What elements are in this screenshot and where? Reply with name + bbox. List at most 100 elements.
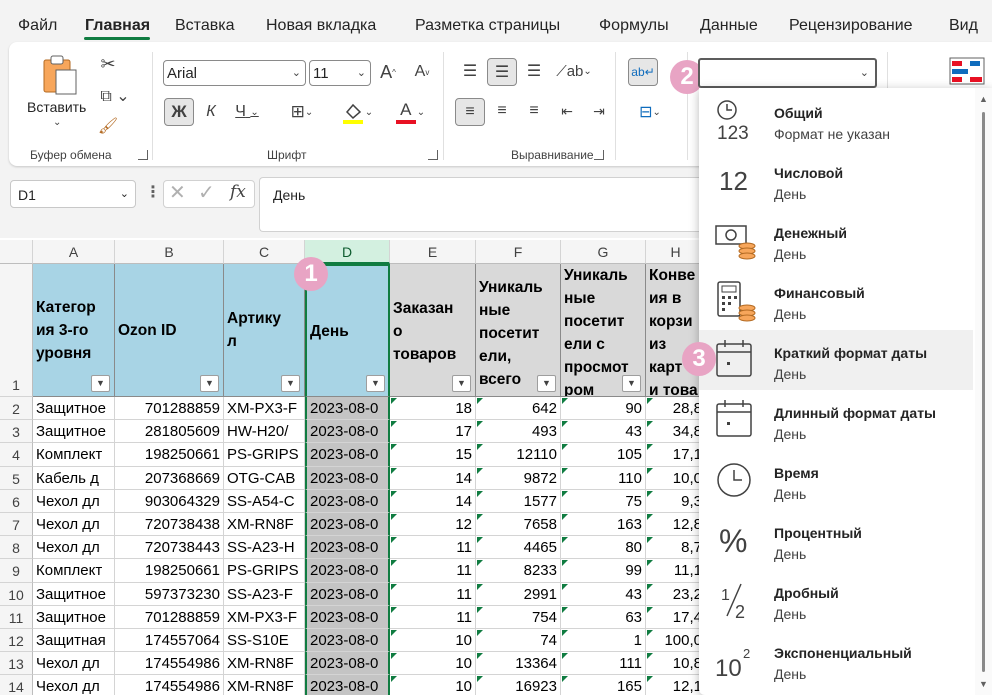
font-grow-button[interactable]: A ^ xyxy=(376,60,400,84)
table-cell[interactable]: SS-A54-C xyxy=(224,489,305,513)
tab-page-layout[interactable]: Разметка страницы xyxy=(415,17,560,35)
table-cell[interactable]: 720738443 xyxy=(115,536,224,560)
table-cell[interactable]: 2023-08-0 xyxy=(305,466,390,490)
table-cell[interactable]: 2023-08-0 xyxy=(305,675,390,695)
table-cell[interactable]: 10 xyxy=(390,629,476,653)
table-cell[interactable]: 2023-08-0 xyxy=(305,559,390,583)
table-cell[interactable]: XM-RN8F xyxy=(224,652,305,676)
table-cell[interactable]: Кабель д xyxy=(33,466,115,490)
table-cell[interactable]: 12 xyxy=(390,513,476,537)
scroll-down-icon[interactable]: ▼ xyxy=(979,679,988,689)
table-cell[interactable]: PS-GRIPS xyxy=(224,559,305,583)
decrease-indent-icon[interactable]: ⇤ xyxy=(554,98,580,124)
table-cell[interactable]: Чехол дл xyxy=(33,513,115,537)
table-cell[interactable]: 80 xyxy=(561,536,646,560)
table-cell[interactable]: 16923 xyxy=(476,675,561,695)
menu-scrollbar[interactable]: ▲ ▼ xyxy=(975,88,992,695)
column-header-b[interactable]: B xyxy=(115,240,224,264)
table-cell[interactable]: 9872 xyxy=(476,466,561,490)
column-header-f[interactable]: F xyxy=(476,240,561,264)
filter-dropdown-icon[interactable]: ▼ xyxy=(200,375,219,392)
table-cell[interactable]: 642 xyxy=(476,397,561,421)
paste-icon[interactable] xyxy=(40,54,78,96)
table-cell[interactable]: 11,1 xyxy=(646,559,706,583)
table-cell[interactable]: 4465 xyxy=(476,536,561,560)
orientation-icon[interactable]: ⟋ab ⌄ xyxy=(554,58,594,84)
table-cell[interactable]: 111 xyxy=(561,652,646,676)
filter-dropdown-icon[interactable]: ▼ xyxy=(622,375,641,392)
table-cell[interactable]: 1577 xyxy=(476,489,561,513)
format-menu-item[interactable]: 12 Числовой День xyxy=(699,150,973,210)
paste-label[interactable]: Вставить xyxy=(27,99,86,115)
table-cell[interactable]: Комплект xyxy=(33,443,115,467)
format-menu-item[interactable]: Длинный формат даты День xyxy=(699,390,973,450)
table-cell[interactable]: 2023-08-0 xyxy=(305,513,390,537)
table-cell[interactable]: 14 xyxy=(390,466,476,490)
row-header[interactable]: 5 xyxy=(0,466,33,490)
tab-new[interactable]: Новая вкладка xyxy=(266,17,376,35)
table-cell[interactable]: 17,1 xyxy=(646,443,706,467)
bold-button[interactable]: Ж xyxy=(164,98,194,126)
table-cell[interactable]: 11 xyxy=(390,582,476,606)
table-cell[interactable]: 2023-08-0 xyxy=(305,652,390,676)
table-cell[interactable]: 174557064 xyxy=(115,629,224,653)
table-cell[interactable]: Защитное xyxy=(33,582,115,606)
row-header[interactable]: 8 xyxy=(0,536,33,560)
copy-icon[interactable]: ⧉ ⌄ xyxy=(96,84,134,108)
table-cell[interactable]: SS-A23-H xyxy=(224,536,305,560)
table-cell[interactable]: 8,7 xyxy=(646,536,706,560)
table-cell[interactable]: 43 xyxy=(561,582,646,606)
tab-home[interactable]: Главная xyxy=(85,17,150,35)
table-cell[interactable]: Защитная xyxy=(33,629,115,653)
row-header[interactable]: 10 xyxy=(0,582,33,606)
clipboard-launcher-icon[interactable] xyxy=(138,150,148,160)
table-cell[interactable]: 15 xyxy=(390,443,476,467)
table-cell[interactable]: 9,3 xyxy=(646,489,706,513)
table-cell[interactable]: 198250661 xyxy=(115,443,224,467)
row-header[interactable]: 1 xyxy=(0,264,33,397)
table-cell[interactable]: Комплект xyxy=(33,559,115,583)
filter-dropdown-icon[interactable]: ▼ xyxy=(91,375,110,392)
table-cell[interactable]: 90 xyxy=(561,397,646,421)
format-menu-item[interactable]: 123 Общий Формат не указан xyxy=(699,90,973,150)
font-launcher-icon[interactable] xyxy=(428,150,438,160)
font-name-combo[interactable]: Arial ⌄ xyxy=(163,60,306,86)
format-menu-item[interactable]: Краткий формат даты День xyxy=(699,330,973,390)
wrap-text-icon[interactable]: ab↵ xyxy=(628,58,658,86)
table-cell[interactable]: XM-RN8F xyxy=(224,513,305,537)
alignment-launcher-icon[interactable] xyxy=(594,150,604,160)
table-cell[interactable]: 75 xyxy=(561,489,646,513)
row-header[interactable]: 7 xyxy=(0,513,33,537)
scrollbar-thumb[interactable] xyxy=(982,112,985,672)
table-cell[interactable]: 17 xyxy=(390,420,476,444)
table-cell[interactable]: SS-S10E xyxy=(224,629,305,653)
format-menu-item[interactable]: Время День xyxy=(699,450,973,510)
format-menu-item[interactable]: 1 2 Дробный День xyxy=(699,570,973,630)
align-center-icon[interactable]: ≡ xyxy=(489,98,515,124)
row-header[interactable]: 4 xyxy=(0,443,33,467)
row-header[interactable]: 14 xyxy=(0,675,33,695)
merge-center-icon[interactable]: ⊟ ⌄ xyxy=(628,98,672,126)
table-cell[interactable]: 2023-08-0 xyxy=(305,489,390,513)
table-cell[interactable]: OTG-CAB xyxy=(224,466,305,490)
table-cell[interactable]: 493 xyxy=(476,420,561,444)
table-cell[interactable]: XM-RN8F xyxy=(224,675,305,695)
table-cell[interactable]: 2991 xyxy=(476,582,561,606)
table-cell[interactable]: XM-PX3-F xyxy=(224,397,305,421)
table-cell[interactable]: 7658 xyxy=(476,513,561,537)
table-cell[interactable]: 23,2 xyxy=(646,582,706,606)
table-cell[interactable]: Чехол дл xyxy=(33,489,115,513)
filter-dropdown-icon[interactable]: ▼ xyxy=(366,375,385,392)
table-cell[interactable]: 110 xyxy=(561,466,646,490)
font-color-button[interactable]: A ⌄ xyxy=(390,98,430,126)
table-cell[interactable]: 43 xyxy=(561,420,646,444)
row-header[interactable]: 2 xyxy=(0,397,33,421)
table-cell[interactable]: Защитное xyxy=(33,605,115,629)
row-header[interactable]: 12 xyxy=(0,629,33,653)
tab-data[interactable]: Данные xyxy=(700,17,758,35)
tab-file[interactable]: Файл xyxy=(18,17,57,35)
table-cell[interactable]: 10 xyxy=(390,652,476,676)
format-menu-item[interactable]: Финансовый День xyxy=(699,270,973,330)
table-cell[interactable]: Чехол дл xyxy=(33,675,115,695)
align-bottom-icon[interactable]: ☰ xyxy=(521,58,547,84)
